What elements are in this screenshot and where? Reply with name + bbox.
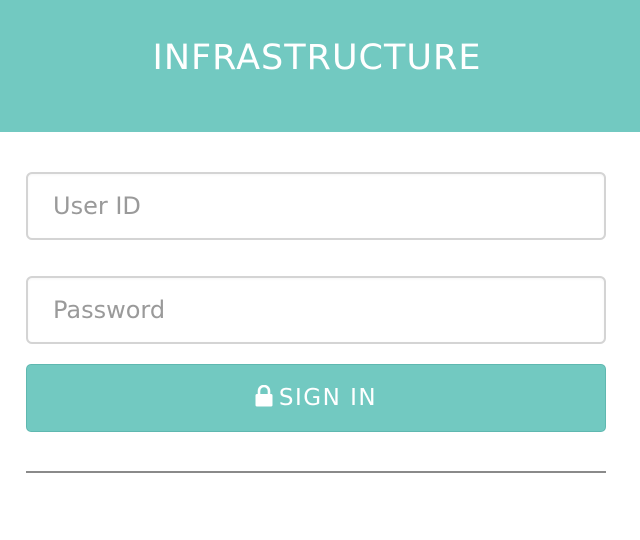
divider xyxy=(26,471,606,473)
sign-in-label: SIGN IN xyxy=(278,385,378,411)
sign-in-button[interactable]: SIGN IN xyxy=(26,364,606,432)
app-header: INFRASTRUCTURE xyxy=(0,0,640,132)
app-title: INFRASTRUCTURE xyxy=(152,38,482,78)
user-id-input[interactable] xyxy=(26,172,606,240)
lock-icon xyxy=(255,385,273,407)
password-input[interactable] xyxy=(26,276,606,344)
